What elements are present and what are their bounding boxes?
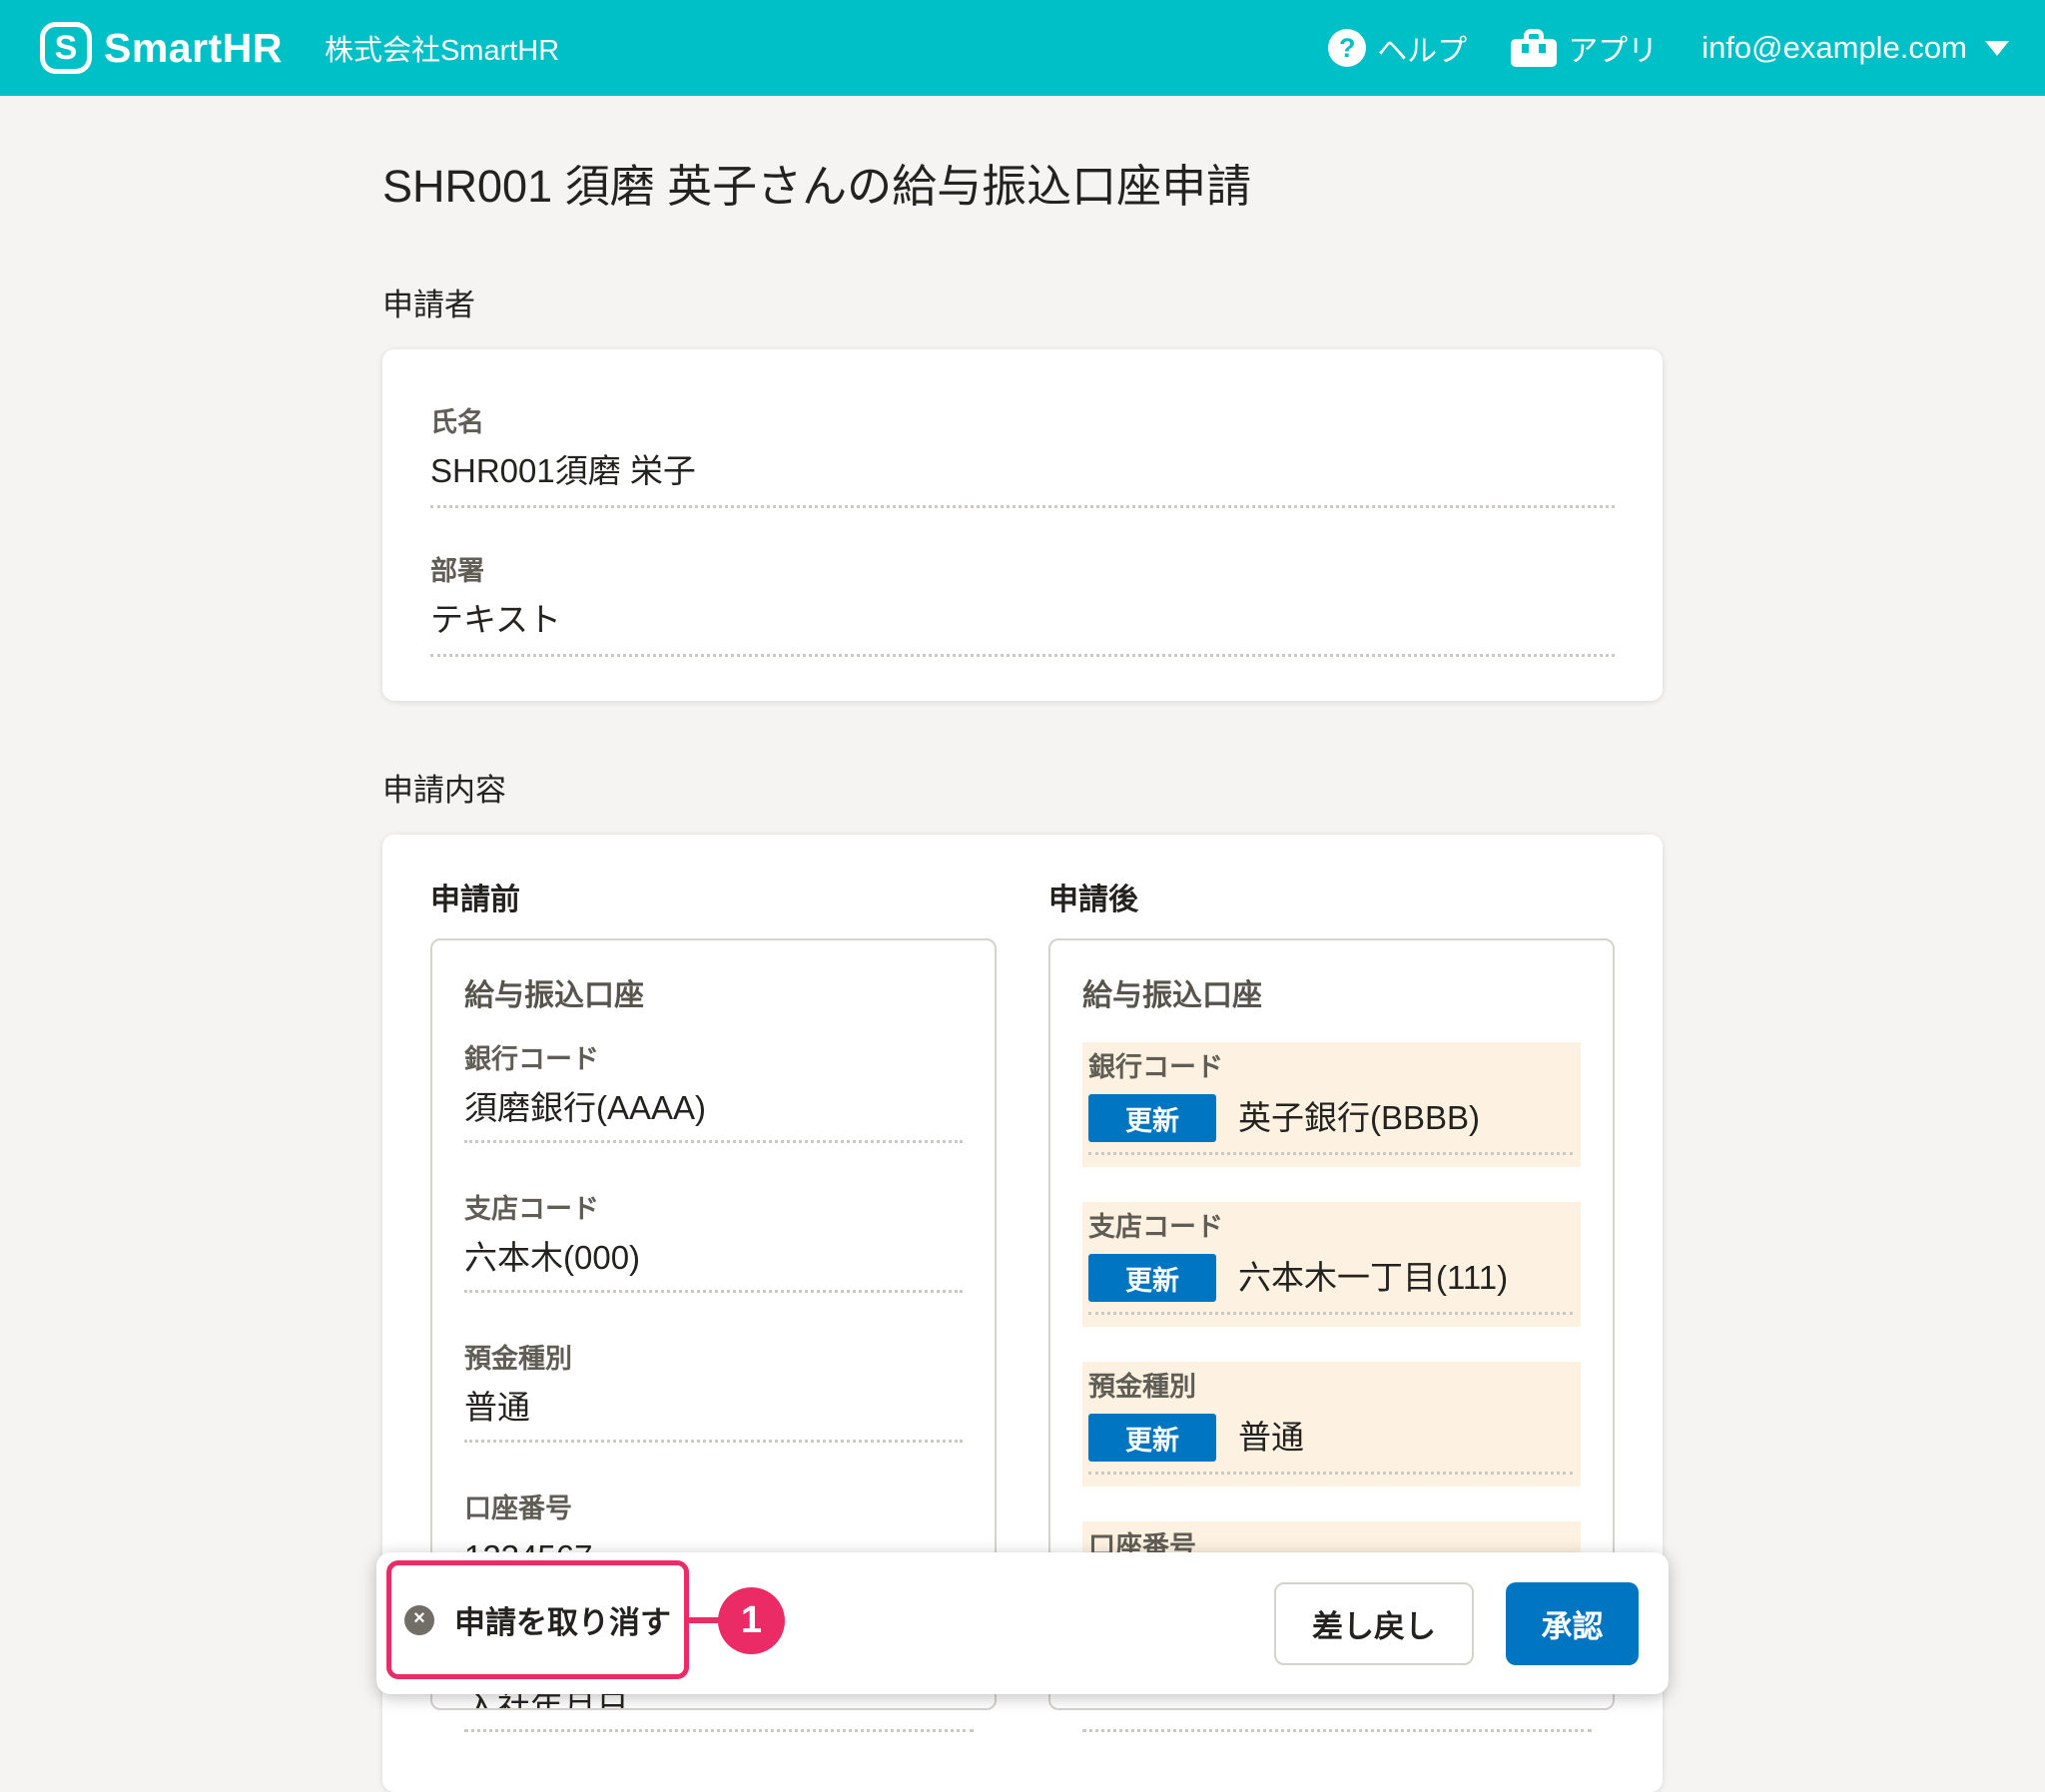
help-icon: ? — [1328, 29, 1366, 67]
dotted-divider — [464, 1440, 963, 1443]
appbar-right: ? ヘルプ アプリ info@example.com — [1328, 26, 2009, 70]
dotted-divider — [464, 1729, 974, 1732]
field-label: 預金種別 — [464, 1342, 963, 1376]
field-value-row: 須磨銀行(AAAA) — [464, 1086, 963, 1130]
field-label: 部署 — [430, 554, 1615, 588]
account-email: info@example.com — [1702, 30, 1967, 66]
field-row: 預金種別 普通 — [464, 1342, 963, 1443]
field-value: テキスト — [430, 598, 1615, 642]
help-menu-item[interactable]: ? ヘルプ — [1328, 26, 1467, 70]
account-menu[interactable]: info@example.com — [1702, 30, 2009, 66]
dotted-divider — [1088, 1152, 1573, 1155]
cancel-x-icon: × — [404, 1605, 434, 1635]
update-badge: 更新 — [1088, 1414, 1216, 1462]
field-value: 六本木(000) — [464, 1236, 640, 1280]
cancel-request-button[interactable]: × 申請を取り消す — [404, 1597, 671, 1642]
smarthr-logo-icon: S — [40, 22, 92, 74]
field-value-row: 六本木(000) — [464, 1236, 963, 1280]
dotted-divider — [1082, 1729, 1592, 1732]
content-section-title: 申請内容 — [382, 771, 1663, 811]
field-label: 口座番号 — [464, 1492, 963, 1525]
field-row: 支店コード 更新 六本木一丁目(111) — [1082, 1202, 1581, 1327]
field-value: 普通 — [1238, 1416, 1304, 1460]
apps-label: アプリ — [1568, 26, 1658, 70]
field-value: 英子銀行(BBBB) — [1238, 1096, 1480, 1140]
update-badge: 更新 — [1088, 1094, 1216, 1142]
question-glyph: ? — [1339, 33, 1356, 64]
field-value: 普通 — [464, 1386, 530, 1430]
annotation-number-badge: 1 — [718, 1587, 785, 1654]
company-name: 株式会社SmartHR — [325, 27, 559, 69]
dotted-divider — [430, 654, 1615, 657]
help-label: ヘルプ — [1377, 26, 1467, 70]
annotation-connector-line — [687, 1617, 720, 1623]
main-content: SHR001 須磨 英子さんの給与振込口座申請 申請者 氏名 SHR001須磨 … — [382, 158, 1663, 1792]
field-label: 支店コード — [1088, 1210, 1573, 1244]
applicant-field: 部署 テキスト — [430, 554, 1615, 657]
applicant-field: 氏名 SHR001須磨 栄子 — [430, 405, 1615, 508]
apps-briefcase-icon — [1511, 29, 1557, 67]
brand-name: SmartHR — [104, 25, 283, 72]
group-title: 給与振込口座 — [1082, 976, 1581, 1016]
field-value: 六本木一丁目(111) — [1238, 1256, 1508, 1300]
approve-button[interactable]: 承認 — [1506, 1582, 1639, 1665]
apps-menu-item[interactable]: アプリ — [1511, 26, 1658, 70]
dotted-divider — [1088, 1312, 1573, 1315]
dotted-divider — [430, 505, 1615, 508]
field-label: 預金種別 — [1088, 1370, 1573, 1404]
field-value: SHR001須磨 栄子 — [430, 449, 1615, 493]
applicant-section-title: 申請者 — [382, 286, 1663, 325]
field-row: 支店コード 六本木(000) — [464, 1192, 963, 1293]
floating-action-bar: × 申請を取り消す 1 差し戻し 承認 — [376, 1552, 1669, 1694]
field-label: 銀行コード — [1088, 1050, 1573, 1084]
field-value-row: 更新 普通 — [1088, 1414, 1573, 1462]
field-row: 銀行コード 須磨銀行(AAAA) — [464, 1042, 963, 1143]
annotation-highlight-box: × 申請を取り消す — [386, 1560, 689, 1679]
after-column-title: 申請後 — [1048, 881, 1615, 920]
applicant-card: 氏名 SHR001須磨 栄子 部署 テキスト — [382, 349, 1663, 701]
send-back-button[interactable]: 差し戻し — [1274, 1582, 1474, 1665]
field-value-row: 更新 英子銀行(BBBB) — [1088, 1094, 1573, 1142]
field-value-row: 普通 — [464, 1386, 963, 1430]
update-badge: 更新 — [1088, 1254, 1216, 1302]
cancel-request-label: 申請を取り消す — [454, 1597, 671, 1642]
field-value-row: 更新 六本木一丁目(111) — [1088, 1254, 1573, 1302]
logo-letter: S — [55, 29, 78, 68]
field-row: 預金種別 更新 普通 — [1082, 1362, 1581, 1487]
before-column-title: 申請前 — [430, 881, 997, 920]
field-label: 銀行コード — [464, 1042, 963, 1076]
field-label: 氏名 — [430, 405, 1615, 439]
field-row: 銀行コード 更新 英子銀行(BBBB) — [1082, 1042, 1581, 1167]
bar-actions: 差し戻し 承認 — [1274, 1552, 1639, 1694]
chevron-down-icon — [1985, 41, 2009, 56]
field-value: 須磨銀行(AAAA) — [464, 1086, 706, 1130]
dotted-divider — [1088, 1472, 1573, 1475]
page-title: SHR001 須磨 英子さんの給与振込口座申請 — [382, 158, 1663, 216]
dotted-divider — [464, 1140, 963, 1143]
app-header: S SmartHR 株式会社SmartHR ? ヘルプ アプリ info@exa… — [0, 0, 2045, 96]
dotted-divider — [464, 1290, 963, 1293]
group-title: 給与振込口座 — [464, 976, 963, 1016]
field-label: 支店コード — [464, 1192, 963, 1226]
